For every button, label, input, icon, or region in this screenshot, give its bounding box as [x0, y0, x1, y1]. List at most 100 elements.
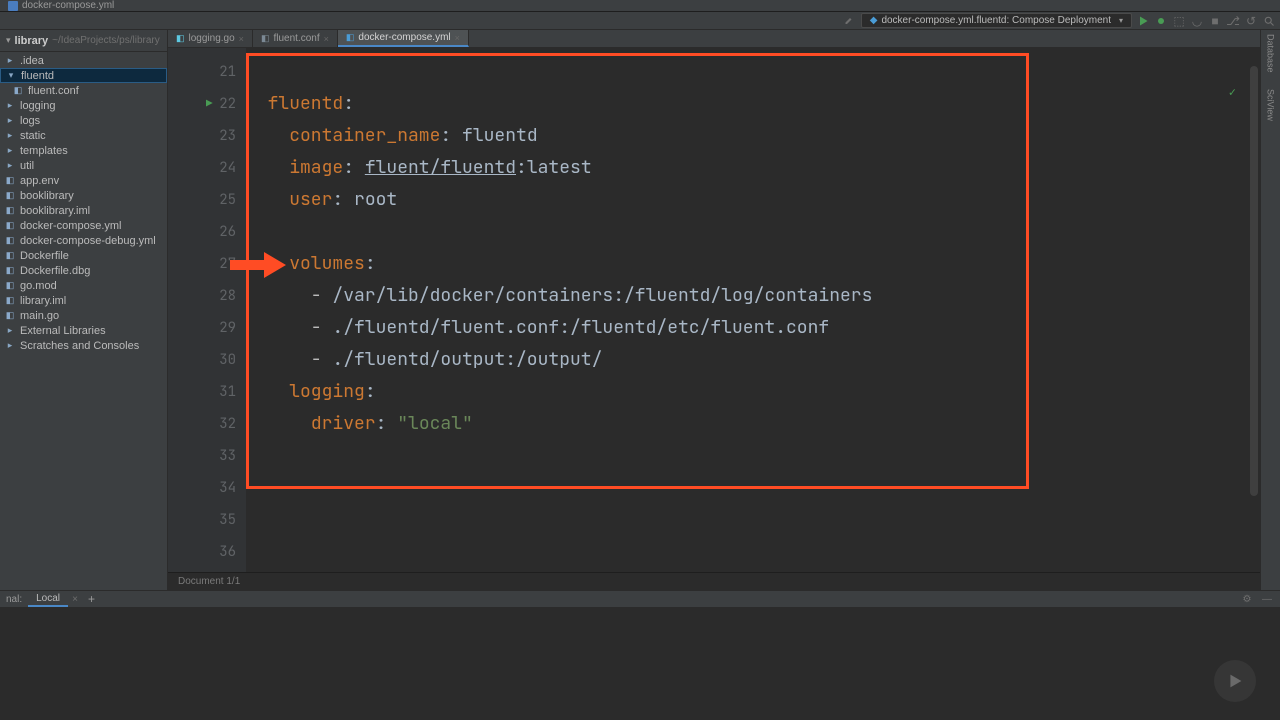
gutter[interactable]: 2122▶2324252627282930313233343536	[168, 48, 246, 572]
gutter-line[interactable]: 36	[168, 536, 236, 568]
code-line[interactable]: image: fluent/fluentd:latest	[246, 152, 1260, 184]
gutter-line[interactable]: 34	[168, 472, 236, 504]
tree-item-templates[interactable]: ▸templates	[0, 143, 167, 158]
tree-item-fluent-conf[interactable]: ◧fluent.conf	[0, 83, 167, 98]
file-icon: ◧	[4, 220, 16, 232]
gutter-line[interactable]: 32	[168, 408, 236, 440]
tab-label: logging.go	[189, 33, 235, 44]
tree-item-booklibrary[interactable]: ◧booklibrary	[0, 188, 167, 203]
file-icon: ◧	[4, 280, 16, 292]
tab-close-icon[interactable]: ×	[239, 34, 244, 44]
gutter-line[interactable]: 33	[168, 440, 236, 472]
update-button[interactable]: ↺	[1244, 14, 1258, 28]
gutter-line[interactable]: 25	[168, 184, 236, 216]
code-line[interactable]: driver: "local"	[246, 408, 1260, 440]
gutter-line[interactable]: 29	[168, 312, 236, 344]
tree-item--idea[interactable]: ▸ .idea	[0, 53, 167, 68]
gutter-line[interactable]: 24	[168, 152, 236, 184]
tab-close-icon[interactable]: ×	[455, 33, 460, 43]
stop-button[interactable]: ■	[1208, 14, 1222, 28]
code-line[interactable]: container_name: fluentd	[246, 120, 1260, 152]
terminal-hide-icon[interactable]: —	[1260, 592, 1274, 606]
tree-item-main-go[interactable]: ◧main.go	[0, 308, 167, 323]
tab-fluent-conf[interactable]: ◧fluent.conf×	[253, 30, 338, 47]
terminal-body[interactable]	[0, 608, 1280, 720]
code-line[interactable]: user: root	[246, 184, 1260, 216]
gutter-line[interactable]: 21	[168, 56, 236, 88]
terminal-add-tab-button[interactable]: +	[88, 592, 95, 606]
tab-label: fluent.conf	[273, 33, 319, 44]
tree-item-label: util	[20, 160, 34, 172]
tree-item-logging[interactable]: ▸logging	[0, 98, 167, 113]
editor-body[interactable]: 2122▶2324252627282930313233343536 fluent…	[168, 48, 1260, 572]
tree-item-static[interactable]: ▸static	[0, 128, 167, 143]
editor-scrollbar[interactable]	[1250, 66, 1258, 496]
terminal-settings-icon[interactable]: ⚙	[1240, 592, 1254, 606]
tree-item-label: .idea	[20, 55, 44, 67]
gutter-line[interactable]: 31	[168, 376, 236, 408]
code-area[interactable]: fluentd: container_name: fluentd image: …	[246, 48, 1260, 572]
code-line[interactable]: - /var/lib/docker/containers:/fluentd/lo…	[246, 280, 1260, 312]
tab-label: docker-compose.yml	[358, 32, 450, 43]
hammer-icon[interactable]	[843, 14, 857, 28]
terminal-tab-local[interactable]: Local	[28, 591, 68, 607]
coverage-button[interactable]: ⬚	[1172, 14, 1186, 28]
code-line[interactable]	[246, 216, 1260, 248]
code-line[interactable]	[246, 56, 1260, 88]
rail-tab-sciview[interactable]: SciView	[1266, 89, 1276, 121]
gutter-run-icon[interactable]: ▶	[206, 88, 213, 120]
tab-docker-compose-yml[interactable]: ◧docker-compose.yml×	[338, 30, 469, 47]
inspection-ok-icon[interactable]: ✓	[1229, 84, 1236, 100]
tree-item-docker-compose-debug-yml[interactable]: ◧docker-compose-debug.yml	[0, 233, 167, 248]
gutter-line[interactable]: 30	[168, 344, 236, 376]
gutter-line[interactable]: 23	[168, 120, 236, 152]
code-line[interactable]: fluentd:	[246, 88, 1260, 120]
gutter-line[interactable]: 26	[168, 216, 236, 248]
tree-item-booklibrary-iml[interactable]: ◧booklibrary.iml	[0, 203, 167, 218]
code-line[interactable]: - ./fluentd/fluent.conf:/fluentd/etc/flu…	[246, 312, 1260, 344]
tree-item-dockerfile[interactable]: ◧Dockerfile	[0, 248, 167, 263]
tree-item-dockerfile-dbg[interactable]: ◧Dockerfile.dbg	[0, 263, 167, 278]
tree-item-scratches[interactable]: ▸Scratches and Consoles	[0, 338, 167, 353]
file-type-icon: ◧	[176, 33, 185, 44]
tree-item-label: External Libraries	[20, 325, 106, 337]
tree-item-go-mod[interactable]: ◧go.mod	[0, 278, 167, 293]
code-line[interactable]: logging:	[246, 376, 1260, 408]
terminal-tab-close-icon[interactable]: ×	[68, 592, 82, 606]
app-icon	[8, 1, 18, 11]
tree-item-label: Scratches and Consoles	[20, 340, 139, 352]
tree-item-externalLibraries[interactable]: ▸External Libraries	[0, 323, 167, 338]
code-line[interactable]	[246, 440, 1260, 472]
code-line[interactable]: - ./fluentd/output:/output/	[246, 344, 1260, 376]
tab-close-icon[interactable]: ×	[324, 34, 329, 44]
tab-logging-go[interactable]: ◧ logging.go ×	[168, 30, 253, 47]
editor-tabs: ◧logging.go×◧fluent.conf×◧docker-compose…	[168, 30, 1260, 48]
code-line[interactable]	[246, 536, 1260, 568]
run-button[interactable]	[1136, 14, 1150, 28]
code-line[interactable]	[246, 504, 1260, 536]
gutter-line[interactable]: 22▶	[168, 88, 236, 120]
rail-tab-database[interactable]: Database	[1266, 34, 1276, 73]
tree-item-logs[interactable]: ▸logs	[0, 113, 167, 128]
gutter-line[interactable]: 27	[168, 248, 236, 280]
project-header[interactable]: ▾ library ~/IdeaProjects/ps/library ⊙ ≡ …	[0, 30, 167, 52]
code-line[interactable]	[246, 472, 1260, 504]
file-icon: ◧	[4, 190, 16, 202]
debug-button[interactable]	[1154, 14, 1168, 28]
tree-item-docker-compose-yml[interactable]: ◧docker-compose.yml	[0, 218, 167, 233]
gutter-line[interactable]: 28	[168, 280, 236, 312]
folder-icon: ▸	[4, 160, 16, 172]
run-config-selector[interactable]: ◆ docker-compose.yml.fluentd: Compose De…	[861, 13, 1132, 28]
tree-item-label: library.iml	[20, 295, 66, 307]
git-button[interactable]: ⎇	[1226, 14, 1240, 28]
search-icon[interactable]	[1262, 14, 1276, 28]
tree-item-fluentd[interactable]: ▾fluentd	[0, 68, 167, 83]
tree-item-util[interactable]: ▸ util	[0, 158, 167, 173]
tree-item-app-env[interactable]: ◧app.env	[0, 173, 167, 188]
code-line[interactable]: volumes:	[246, 248, 1260, 280]
profile-button[interactable]: ◡	[1190, 14, 1204, 28]
gutter-line[interactable]: 35	[168, 504, 236, 536]
tree-item-library-iml[interactable]: ◧library.iml	[0, 293, 167, 308]
project-tree[interactable]: ▸.idea▾fluentd◧fluent.conf▸logging▸logs▸…	[0, 52, 167, 590]
folder-icon: ▸	[4, 55, 16, 67]
